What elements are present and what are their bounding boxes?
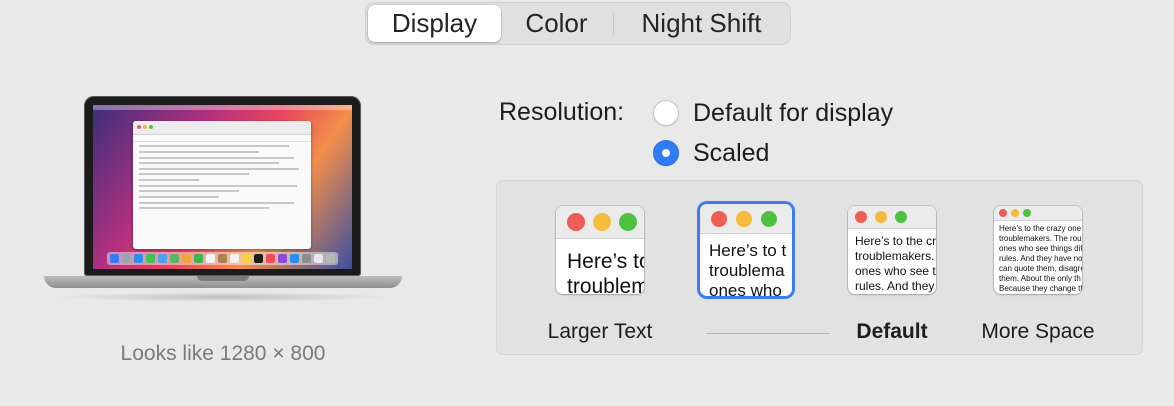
minimize-icon — [875, 211, 887, 223]
close-icon — [567, 213, 585, 231]
zoom-icon — [895, 211, 907, 223]
thumb-sample-line: troublemakers. — [855, 249, 935, 263]
radio-scaled[interactable]: Scaled — [653, 138, 769, 168]
music-icon — [266, 254, 275, 263]
thumb-sample-line: ones who see t — [855, 264, 936, 278]
photos-icon — [182, 254, 191, 263]
scale-option-default[interactable]: Here’s to the cr troublemakers. ones who… — [848, 206, 936, 294]
mini-zoom-icon — [149, 125, 153, 129]
laptop-screen — [93, 105, 352, 269]
mini-document-window — [133, 121, 311, 249]
podcasts-icon — [278, 254, 287, 263]
tv-icon — [254, 254, 263, 263]
thumb-sample-line: can quote them, disagre — [999, 264, 1082, 273]
mini-dock — [107, 252, 338, 265]
default-label: Default — [856, 320, 928, 343]
tab-bar: Display Color Night Shift — [365, 2, 791, 45]
maps-icon — [170, 254, 179, 263]
contacts-icon — [218, 254, 227, 263]
app-store-icon — [290, 254, 299, 263]
thumb-sample-line: them. About the only th — [999, 274, 1081, 283]
radio-button-selected[interactable] — [653, 140, 679, 166]
radio-default-for-display[interactable]: Default for display — [653, 98, 893, 128]
thumb-titlebar — [994, 206, 1082, 221]
thumb-sample-line: Here’s to the crazy one — [999, 224, 1082, 233]
mail-icon — [158, 254, 167, 263]
zoom-icon — [619, 213, 637, 231]
minimize-icon — [736, 211, 752, 227]
thumb-sample-line: rules. And they have no — [999, 254, 1082, 263]
thumb-sample-line: Because they change th — [999, 284, 1082, 293]
thumb-titlebar — [556, 206, 644, 239]
more-space-label: More Space — [981, 320, 1095, 343]
tab-night-shift[interactable]: Night Shift — [615, 3, 788, 44]
tab-divider — [613, 13, 614, 35]
scale-option-larger-text[interactable]: Here’s to troublem — [556, 206, 644, 294]
radio-label: Default for display — [693, 98, 894, 127]
finder-icon — [110, 254, 119, 263]
facetime-icon — [194, 254, 203, 263]
textedit-icon — [314, 254, 323, 263]
scale-option-2[interactable]: Here’s to t troublema ones who — [700, 204, 792, 296]
mini-text-line — [139, 168, 299, 170]
thumb-sample-line: ones who see things dif — [999, 244, 1082, 253]
thumb-sample-line: rules. And they — [855, 279, 935, 293]
laptop-shadow — [54, 292, 392, 302]
scale-track-line — [706, 333, 830, 334]
scale-option-more-space[interactable]: Here’s to the crazy one troublemakers. T… — [994, 206, 1082, 294]
thumb-sample-line: troublema — [709, 261, 785, 280]
mini-minimize-icon — [143, 125, 147, 129]
thumb-sample-line: Here’s to the cr — [855, 234, 936, 248]
thumb-sample-line: troublem — [567, 275, 644, 294]
radio-label: Scaled — [693, 138, 770, 167]
notes-icon — [242, 254, 251, 263]
mini-text-line — [139, 185, 297, 187]
mini-close-icon — [137, 125, 141, 129]
resolution-label: Resolution: — [499, 98, 625, 126]
mini-text-line — [139, 190, 239, 192]
thumb-sample-line: troublemakers. The rou — [999, 234, 1082, 243]
minimize-icon — [1011, 209, 1019, 217]
tab-display[interactable]: Display — [368, 5, 501, 42]
thumb-titlebar — [700, 204, 792, 234]
mini-text-line — [139, 151, 259, 153]
messages-icon — [146, 254, 155, 263]
mini-text-line — [139, 202, 294, 204]
system-preferences-icon — [302, 254, 311, 263]
mini-titlebar — [133, 121, 311, 135]
larger-text-label: Larger Text — [547, 320, 653, 343]
safari-icon — [134, 254, 143, 263]
mini-text-line — [139, 162, 279, 164]
laptop-lid — [84, 96, 361, 276]
thumb-sample-line: ones who — [709, 281, 782, 296]
laptop-notch — [197, 276, 249, 281]
zoom-icon — [1023, 209, 1031, 217]
mini-text-line — [139, 207, 269, 209]
mini-text-line — [139, 173, 249, 175]
radio-button[interactable] — [653, 100, 679, 126]
close-icon — [999, 209, 1007, 217]
mini-text-line — [139, 196, 219, 198]
trash-icon — [326, 254, 335, 263]
mini-text-line — [139, 179, 199, 181]
thumb-titlebar — [848, 206, 936, 229]
mini-text-line — [139, 145, 289, 147]
calendar-icon — [206, 254, 215, 263]
close-icon — [855, 211, 867, 223]
resolution-summary: Looks like 1280 × 800 — [120, 342, 326, 365]
mini-menubar — [93, 105, 352, 110]
zoom-icon — [761, 211, 777, 227]
display-preview-laptop — [44, 96, 402, 314]
launchpad-icon — [122, 254, 131, 263]
minimize-icon — [593, 213, 611, 231]
thumb-sample-line: Here’s to — [567, 250, 644, 273]
mini-text-line — [139, 157, 294, 159]
mini-ruler — [133, 135, 311, 142]
tab-color[interactable]: Color — [501, 3, 612, 44]
close-icon — [711, 211, 727, 227]
thumb-sample-line: Here’s to t — [709, 241, 787, 260]
reminders-icon — [230, 254, 239, 263]
